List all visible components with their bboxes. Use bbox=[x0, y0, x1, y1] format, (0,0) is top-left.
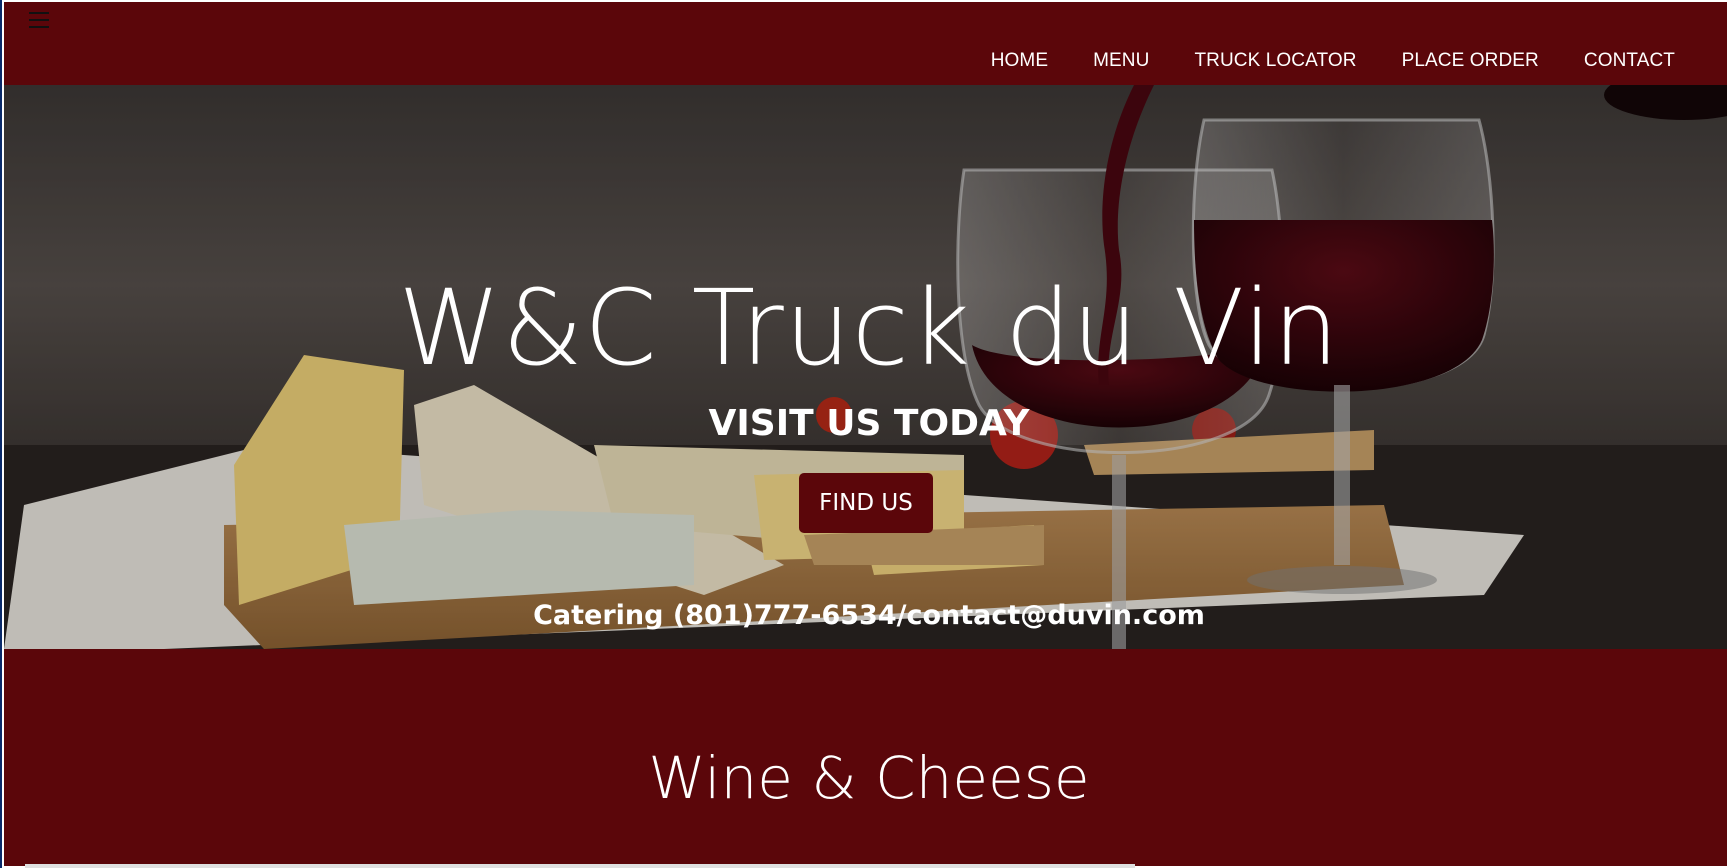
nav-contact-link[interactable]: CONTACT bbox=[1584, 50, 1675, 72]
window-edge bbox=[0, 0, 2, 868]
hero-section: W&C Truck du Vin VISIT US TODAY FIND US … bbox=[4, 85, 1727, 649]
main-nav: HOME MENU TRUCK LOCATOR PLACE ORDER CONT… bbox=[991, 50, 1727, 72]
page: HOME MENU TRUCK LOCATOR PLACE ORDER CONT… bbox=[4, 2, 1727, 866]
hamburger-icon[interactable] bbox=[25, 10, 53, 32]
nav-home-link[interactable]: HOME bbox=[991, 50, 1048, 72]
hero-title: W&C Truck du Vin bbox=[398, 267, 1340, 389]
nav-truck-locator-link[interactable]: TRUCK LOCATOR bbox=[1194, 50, 1356, 72]
nav-menu-link[interactable]: MENU bbox=[1093, 50, 1149, 72]
nav-place-order-link[interactable]: PLACE ORDER bbox=[1402, 50, 1539, 72]
hero-subtitle: VISIT US TODAY bbox=[708, 403, 1030, 444]
catering-contact-text: Catering (801)777-6534/contact@duvin.com bbox=[533, 600, 1205, 631]
find-us-button[interactable]: FIND US bbox=[799, 473, 933, 533]
section-title: Wine & Cheese bbox=[648, 744, 1090, 812]
horizontal-scrollbar[interactable] bbox=[25, 864, 1135, 868]
top-navigation-bar: HOME MENU TRUCK LOCATOR PLACE ORDER CONT… bbox=[4, 2, 1727, 85]
